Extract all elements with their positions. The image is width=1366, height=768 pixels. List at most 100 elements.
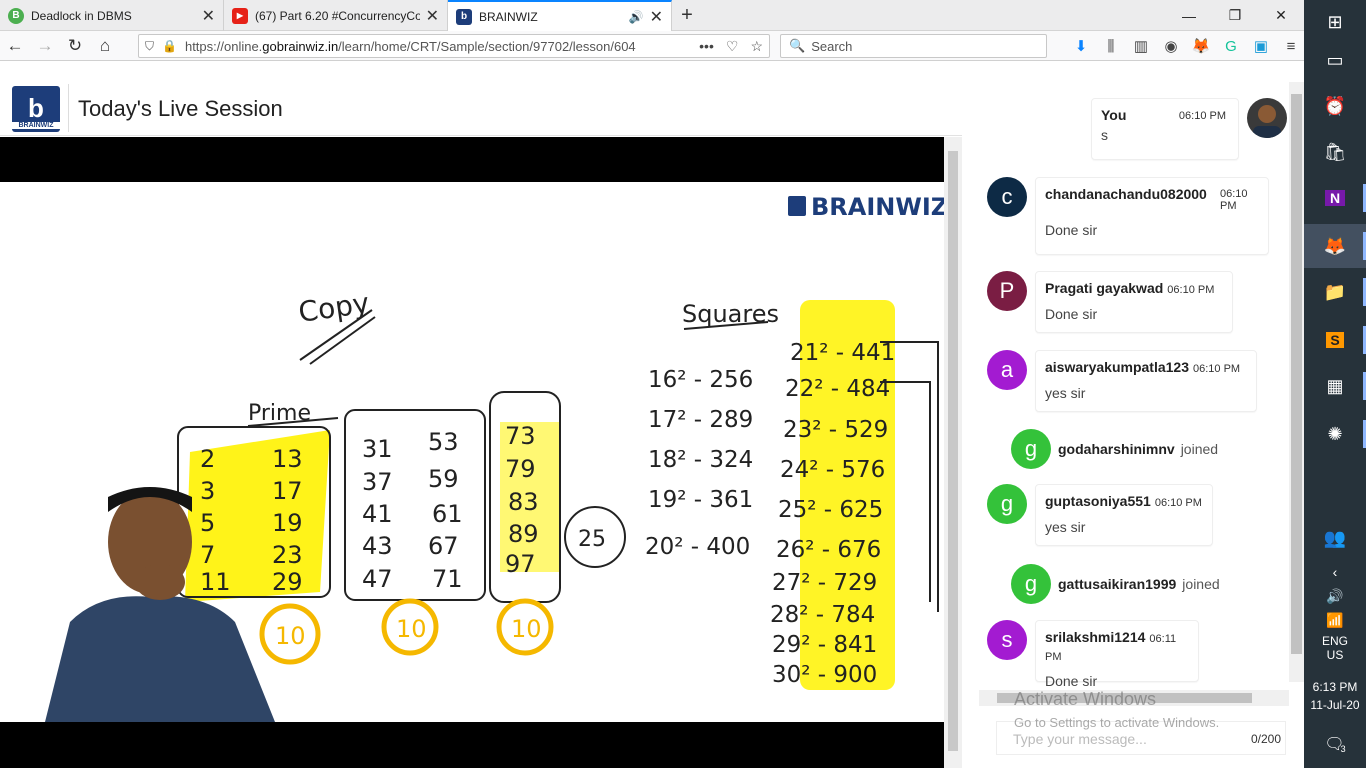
sublime-icon[interactable]: S bbox=[1304, 318, 1366, 362]
message-text: yes sir bbox=[1045, 519, 1086, 535]
store-icon[interactable]: 🛍 bbox=[1304, 130, 1366, 174]
browser-toolbar: ← → ↻ ⌂ ⛉ 🔒 https://online.gobrainwiz.in… bbox=[0, 31, 1304, 61]
count-mark: 10 bbox=[275, 622, 306, 650]
prime-number: 79 bbox=[505, 455, 536, 483]
chat-panel: You 06:10 PM s c chandanachandu082000 06… bbox=[979, 82, 1289, 688]
page-title: Today's Live Session bbox=[78, 96, 283, 121]
page-scrollbar[interactable] bbox=[944, 137, 962, 768]
close-icon[interactable]: ✕ bbox=[202, 6, 215, 26]
close-icon[interactable]: ✕ bbox=[426, 6, 439, 26]
avatar: g bbox=[1011, 429, 1051, 469]
download-icon[interactable]: ⬇ bbox=[1066, 37, 1096, 55]
square-value: 28² - 784 bbox=[770, 602, 875, 628]
count-mark: 10 bbox=[396, 615, 427, 643]
account-icon[interactable]: ◉ bbox=[1156, 37, 1186, 55]
language-indicator[interactable]: ENG US bbox=[1304, 634, 1366, 662]
chat-message: c chandanachandu082000 06:10 PM Done sir bbox=[987, 177, 1269, 255]
back-icon[interactable]: ← bbox=[0, 32, 30, 60]
sidebar-icon[interactable]: ▥ bbox=[1126, 37, 1156, 55]
home-icon[interactable]: ⌂ bbox=[90, 32, 120, 60]
prime-number: 23 bbox=[272, 541, 303, 569]
brainwiz-favicon-icon: B bbox=[8, 7, 24, 24]
firefox-icon[interactable]: 🦊 bbox=[1304, 224, 1366, 268]
avatar: g bbox=[1011, 564, 1051, 604]
count-mark: 10 bbox=[511, 615, 542, 643]
alarm-clock-icon[interactable]: ⏰ bbox=[1304, 84, 1366, 128]
chat-message: P Pragati gayakwad 06:10 PM Done sir bbox=[987, 271, 1233, 333]
sender-name: aiswaryakumpatla123 bbox=[1045, 359, 1189, 375]
menu-icon[interactable]: ≡ bbox=[1276, 38, 1306, 55]
bookmark-star-icon[interactable]: ☆ bbox=[750, 38, 763, 55]
metamask-icon[interactable]: 🦊 bbox=[1186, 37, 1216, 55]
copy-note: Copy bbox=[296, 286, 371, 329]
tab-brainwiz[interactable]: b BRAINWIZ 🔊 ✕ bbox=[448, 0, 672, 31]
prime-number: 37 bbox=[362, 468, 393, 496]
clock-date: 11-Jul-20 bbox=[1310, 698, 1360, 712]
square-value: 25² - 625 bbox=[778, 497, 883, 523]
url-bar[interactable]: ⛉ 🔒 https://online.gobrainwiz.in/learn/h… bbox=[138, 34, 770, 58]
prime-number: 73 bbox=[505, 422, 536, 450]
reload-icon[interactable]: ↻ bbox=[60, 32, 90, 60]
message-placeholder: Type your message... bbox=[1013, 731, 1147, 747]
brainwiz-logo[interactable]: b BRAINWIZ bbox=[12, 86, 60, 132]
square-value: 26² - 676 bbox=[776, 537, 881, 563]
sender-name: srilakshmi1214 bbox=[1045, 629, 1146, 645]
join-text: joined bbox=[1182, 576, 1220, 592]
prime-number: 59 bbox=[428, 465, 459, 493]
onenote-icon[interactable]: N bbox=[1304, 176, 1366, 220]
restore-icon[interactable]: ❐ bbox=[1212, 0, 1258, 31]
square-value: 17² - 289 bbox=[648, 407, 753, 433]
task-view-icon[interactable]: ▭ bbox=[1304, 38, 1366, 82]
save-extension-icon[interactable]: ▣ bbox=[1246, 37, 1276, 55]
message-text: s bbox=[1101, 127, 1108, 143]
message-text: Done sir bbox=[1045, 222, 1098, 238]
prime-number: 11 bbox=[200, 568, 231, 596]
tab-deadlock[interactable]: B Deadlock in DBMS ✕ bbox=[0, 0, 224, 31]
minimize-icon[interactable]: — bbox=[1166, 0, 1212, 31]
prime-number: 89 bbox=[508, 520, 539, 548]
chat-scrollbar[interactable] bbox=[1289, 82, 1304, 682]
square-value: 27² - 729 bbox=[772, 570, 877, 596]
avatar: a bbox=[987, 350, 1027, 390]
clock-time: 6:13 PM bbox=[1312, 680, 1358, 694]
language-code: ENG bbox=[1321, 634, 1348, 648]
whiteboard-drawing: BRAINWIZ Copy Prime 2 3 5 7 11 13 17 19 … bbox=[45, 193, 944, 722]
speaker-icon[interactable]: 🔊 bbox=[629, 10, 644, 24]
square-value: 16² - 256 bbox=[648, 367, 753, 393]
chat-message: a aiswaryakumpatla123 06:10 PM yes sir bbox=[987, 350, 1257, 412]
page-content: b BRAINWIZ Today's Live Session BRAINWIZ… bbox=[0, 62, 1304, 768]
prime-number: 71 bbox=[432, 565, 463, 593]
close-window-icon[interactable]: ✕ bbox=[1258, 0, 1304, 31]
prime-number: 47 bbox=[362, 565, 393, 593]
prime-number: 19 bbox=[272, 509, 303, 537]
message-text: Done sir bbox=[1045, 673, 1098, 688]
notification-icon[interactable]: 🗨 3 bbox=[1304, 722, 1366, 766]
pocket-icon[interactable]: ♡ bbox=[726, 38, 739, 55]
grammarly-icon[interactable]: G bbox=[1216, 38, 1246, 55]
windows-taskbar: ⊞ ▭ ⏰ 🛍 N 🦊 📁 S ▦ ✺ 👥 ‹ 🔊 📶 ENG US 6:13 … bbox=[1304, 0, 1366, 768]
region-code: US bbox=[1326, 648, 1344, 662]
user-photo-icon bbox=[1253, 105, 1281, 138]
more-actions-icon[interactable]: ••• bbox=[699, 38, 714, 54]
live-video-player[interactable]: BRAINWIZ Copy Prime 2 3 5 7 11 13 17 19 … bbox=[0, 137, 944, 768]
page-header: b BRAINWIZ Today's Live Session bbox=[0, 62, 962, 136]
file-explorer-icon[interactable]: 📁 bbox=[1304, 270, 1366, 314]
close-icon[interactable]: ✕ bbox=[650, 7, 663, 27]
prime-number: 97 bbox=[505, 550, 536, 578]
library-icon[interactable]: ⫼ bbox=[1096, 38, 1126, 55]
square-value: 24² - 576 bbox=[780, 457, 885, 483]
tab-youtube[interactable]: ▶ (67) Part 6.20 #ConcurrencyCor ✕ bbox=[224, 0, 448, 31]
clock[interactable]: 6:13 PM 11-Jul-20 bbox=[1304, 680, 1366, 712]
new-tab-button[interactable]: + bbox=[672, 0, 702, 30]
shield-icon[interactable]: ⛉ bbox=[145, 39, 154, 54]
calculator-icon[interactable]: ▦ bbox=[1304, 364, 1366, 408]
circled-value: 25 bbox=[578, 527, 606, 552]
squares-label: Squares bbox=[682, 300, 779, 328]
lock-icon[interactable]: 🔒 bbox=[162, 39, 177, 53]
app-icon[interactable]: ✺ bbox=[1304, 412, 1366, 456]
search-input[interactable]: 🔍 Search bbox=[780, 34, 1047, 58]
url-text[interactable]: https://online.gobrainwiz.in/learn/home/… bbox=[185, 39, 693, 54]
forward-icon[interactable]: → bbox=[30, 32, 60, 60]
prime-number: 13 bbox=[272, 445, 303, 473]
message-time: 06:10 PM bbox=[1167, 284, 1215, 296]
